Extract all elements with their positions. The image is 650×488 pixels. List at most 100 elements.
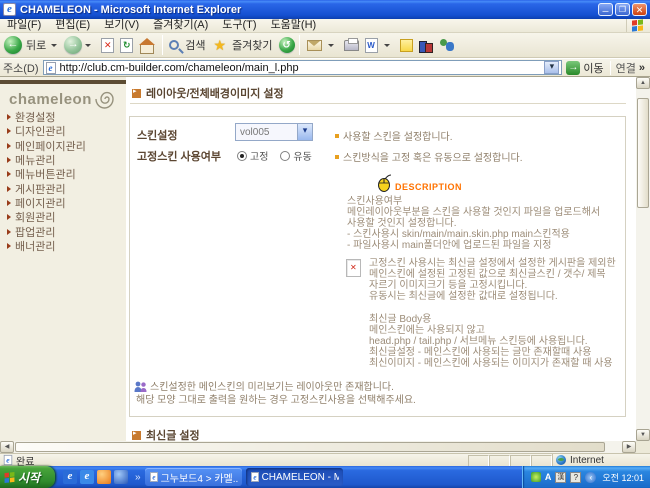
- mail-dropdown-icon[interactable]: [328, 44, 334, 47]
- go-arrow-icon: →: [566, 61, 580, 75]
- description-title: DESCRIPTION: [395, 182, 462, 192]
- select-dropdown-icon[interactable]: [297, 124, 312, 140]
- windows-logo-icon: [626, 19, 648, 32]
- mouse-icon: [377, 173, 392, 192]
- radio-fixed-label: 고정: [250, 148, 268, 163]
- minimize-button[interactable]: [598, 3, 613, 16]
- search-button[interactable]: 검색: [167, 37, 207, 53]
- refresh-button[interactable]: [120, 38, 133, 53]
- toolbar-separator-2: [299, 35, 300, 55]
- edit-icon: [365, 38, 378, 53]
- forward-dropdown-icon[interactable]: [85, 44, 91, 47]
- print-button[interactable]: [344, 40, 359, 51]
- scroll-down-button[interactable]: [636, 429, 650, 441]
- desc-line: 사용할 것인지 설정합니다.: [347, 218, 457, 229]
- radio-fluid[interactable]: [280, 151, 290, 161]
- sidebar-item-menu[interactable]: 메뉴관리: [7, 153, 122, 167]
- menu-file[interactable]: 파일(F): [0, 19, 48, 32]
- sidebar-item-popup[interactable]: 팝업관리: [7, 224, 122, 238]
- sidebar-item-design[interactable]: 디자인관리: [7, 124, 122, 138]
- sidebar-item-mainpage[interactable]: 메인페이지관리: [7, 139, 122, 153]
- sidebar-top-strip: [0, 80, 126, 84]
- status-cell: [468, 455, 489, 466]
- taskbar-clock[interactable]: 오전 12:01: [602, 471, 644, 484]
- bullet-arrow-icon: [7, 243, 11, 249]
- history-button[interactable]: [279, 37, 295, 53]
- taskbar-window-gnuboard[interactable]: 그누보드4 > 카멜...: [145, 468, 242, 486]
- scroll-right-button[interactable]: [622, 441, 636, 453]
- desc-line: 메인레이아웃부분을 스킨을 사용할 것인지 파일을 업로드해서: [347, 207, 600, 218]
- tray-ime-hanja-icon[interactable]: 漢: [555, 472, 566, 483]
- sidebar-item-board[interactable]: 게시판관리: [7, 181, 122, 195]
- section2-title: 최신글 설정: [146, 427, 200, 441]
- page-title: 레이아웃/전체배경이미지 설정: [146, 85, 284, 101]
- sidebar-item-banner[interactable]: 배너관리: [7, 239, 122, 253]
- site-logo[interactable]: chameleon: [9, 87, 117, 111]
- vertical-scrollbar[interactable]: [636, 77, 650, 441]
- stop-button[interactable]: [101, 38, 114, 53]
- discuss-button[interactable]: [400, 39, 413, 52]
- go-button[interactable]: → 이동: [566, 60, 603, 76]
- close-button[interactable]: [632, 3, 647, 16]
- address-dropdown-icon[interactable]: [544, 61, 559, 74]
- tray-ime-help-icon[interactable]: ?: [570, 472, 581, 483]
- sidebar-item-page[interactable]: 페이지관리: [7, 196, 122, 210]
- sidebar-item-member[interactable]: 회원관리: [7, 210, 122, 224]
- sidebar-item-menubutton[interactable]: 메뉴버튼관리: [7, 167, 122, 181]
- toolbar: 뒤로 검색 ★ 즐겨찾기: [0, 33, 650, 58]
- horizontal-scrollbar[interactable]: [0, 441, 636, 453]
- desc-line: 최신글설정 - 메인스킨에 사용되는 글만 존재할때 사용: [369, 347, 591, 358]
- menu-tools[interactable]: 도구(T): [215, 19, 263, 32]
- scroll-left-button[interactable]: [0, 441, 14, 453]
- desc-line: 유동시는 최신글에 설정한 값대로 설정됩니다.: [369, 291, 558, 302]
- taskbar-window-chameleon[interactable]: CHAMELEON - M...: [246, 468, 343, 486]
- edit-button[interactable]: [362, 38, 393, 53]
- menu-edit[interactable]: 편집(E): [48, 19, 97, 32]
- links-more-chevron[interactable]: »: [639, 62, 645, 74]
- skin-select[interactable]: vol005: [235, 123, 313, 141]
- favorites-button[interactable]: ★ 즐겨찾기: [212, 37, 275, 53]
- address-separator: [610, 61, 611, 75]
- mail-button[interactable]: [304, 40, 337, 51]
- menu-help[interactable]: 도움말(H): [264, 19, 324, 32]
- tray-status-icon[interactable]: [531, 472, 541, 482]
- menu-view[interactable]: 보기(V): [97, 19, 146, 32]
- horizontal-scroll-thumb[interactable]: [15, 442, 605, 452]
- description-header: DESCRIPTION: [377, 173, 462, 192]
- browser-viewport: chameleon 환경설정 디자인관리 메인페이지관리 메뉴관리 메뉴버튼관리…: [0, 77, 650, 441]
- back-dropdown-icon[interactable]: [51, 44, 57, 47]
- messenger-button[interactable]: [439, 38, 455, 52]
- radio-fixed[interactable]: [237, 151, 247, 161]
- scroll-up-button[interactable]: [636, 77, 650, 89]
- screen: e CHAMELEON - Microsoft Internet Explore…: [0, 0, 650, 488]
- menu-favorites[interactable]: 즐겨찾기(A): [146, 19, 215, 32]
- forward-button[interactable]: [64, 36, 94, 54]
- quicklaunch-browser-icon[interactable]: e: [80, 470, 94, 484]
- vertical-scroll-thumb[interactable]: [637, 98, 649, 208]
- sidebar-item-settings[interactable]: 환경설정: [7, 110, 122, 124]
- tray-collapse-icon[interactable]: ‹: [585, 472, 596, 483]
- fixed-skin-label: 고정스킨 사용여부: [137, 148, 221, 164]
- edit-dropdown-icon[interactable]: [384, 44, 390, 47]
- restore-button[interactable]: [615, 3, 630, 16]
- home-button[interactable]: [139, 38, 155, 53]
- internet-globe-icon: [556, 455, 566, 465]
- scrollbar-corner: [636, 441, 650, 453]
- quicklaunch-app-icon[interactable]: [97, 470, 111, 484]
- quicklaunch-media-icon[interactable]: [114, 470, 128, 484]
- users-icon: [134, 381, 147, 393]
- note-bullet-icon: [335, 134, 339, 138]
- section-arrow-icon: [132, 89, 141, 98]
- start-button[interactable]: 시작: [0, 466, 55, 488]
- tray-ime-language-icon[interactable]: A: [545, 471, 552, 483]
- page-title-row: 레이아웃/전체배경이미지 설정: [132, 85, 284, 101]
- research-button[interactable]: [419, 38, 433, 52]
- quicklaunch-ie-icon[interactable]: e: [63, 470, 77, 484]
- status-cell: [510, 455, 531, 466]
- start-label: 시작: [18, 469, 40, 486]
- back-button[interactable]: 뒤로: [4, 36, 60, 54]
- address-input[interactable]: http://club.cm-builder.com/chameleon/mai…: [43, 60, 563, 75]
- address-url[interactable]: http://club.cm-builder.com/chameleon/mai…: [60, 62, 545, 74]
- links-label[interactable]: 연결: [616, 60, 636, 76]
- quicklaunch-overflow-chevron[interactable]: »: [135, 472, 141, 483]
